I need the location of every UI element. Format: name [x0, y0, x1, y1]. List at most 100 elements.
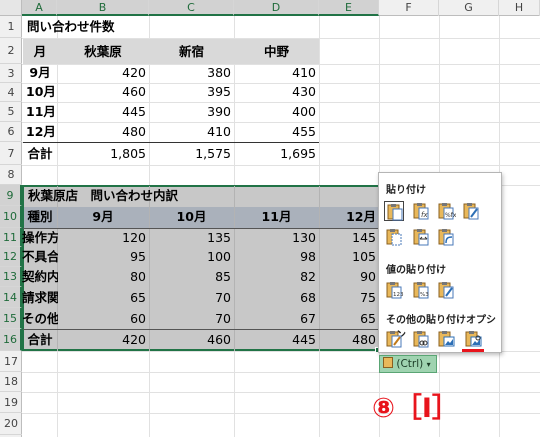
- column-header-e[interactable]: E: [319, 0, 379, 16]
- table2-cell[interactable]: 98: [234, 246, 319, 268]
- row-header-7[interactable]: 7: [0, 142, 22, 165]
- table1-cell[interactable]: 455: [234, 121, 319, 143]
- row-header-5[interactable]: 5: [0, 102, 22, 122]
- table2-total-cell[interactable]: 480: [319, 329, 379, 351]
- table1-total-cell[interactable]: 1,805: [57, 143, 149, 165]
- table2-cell[interactable]: 65: [57, 287, 149, 309]
- table2-cell[interactable]: 70: [149, 308, 234, 330]
- table1-header-shinjuku: 新宿: [178, 44, 204, 59]
- table2-cell[interactable]: 80: [57, 266, 149, 288]
- table2-cell[interactable]: 68: [234, 287, 319, 309]
- row-header-13[interactable]: 13: [0, 267, 22, 287]
- paste-linked-picture-icon[interactable]: [463, 329, 483, 349]
- paste-formulas-icon[interactable]: fx: [411, 201, 431, 221]
- row-header-17[interactable]: 17: [0, 351, 22, 372]
- table2-total-cell[interactable]: 420: [57, 329, 149, 351]
- row-header-1[interactable]: 1: [0, 16, 22, 38]
- paste-link-icon[interactable]: [411, 329, 431, 349]
- paste-section-title: 貼り付け: [386, 185, 426, 196]
- gridline: [22, 165, 540, 166]
- column-header-g[interactable]: G: [439, 0, 499, 16]
- paste-values-source-formatting-icon[interactable]: [436, 280, 456, 300]
- paste-transpose-icon[interactable]: [436, 227, 456, 247]
- row-header-18[interactable]: 18: [0, 372, 22, 392]
- table1-header-akihabara: 秋葉原: [84, 44, 122, 59]
- row-header-4[interactable]: 4: [0, 83, 22, 102]
- table1-cell[interactable]: 430: [234, 81, 319, 103]
- column-header-c[interactable]: C: [149, 0, 234, 16]
- table2-total-label: 合計: [27, 332, 53, 347]
- row-header-11[interactable]: 11: [0, 228, 22, 247]
- row-header-8[interactable]: 8: [0, 165, 22, 185]
- table1-header-month: 月: [33, 44, 47, 59]
- table2-cell[interactable]: 82: [234, 266, 319, 288]
- paste-values-icon[interactable]: 123: [384, 280, 404, 300]
- table1-cell[interactable]: 480: [57, 121, 149, 143]
- column-header-h[interactable]: H: [499, 0, 540, 16]
- select-all-corner[interactable]: [0, 0, 22, 16]
- table1-cell[interactable]: 410: [149, 121, 234, 143]
- table1-title: 問い合わせ件数: [27, 19, 115, 34]
- table1-total-cell[interactable]: 1,575: [149, 143, 234, 165]
- table2-header-nov: 11月: [261, 209, 292, 224]
- row-header-3[interactable]: 3: [0, 64, 22, 83]
- highlight-underline: [462, 349, 484, 352]
- table1-cell[interactable]: 400: [234, 101, 319, 123]
- table2-row-label: その他: [22, 311, 58, 326]
- table2-row-label: 請求関連: [22, 290, 58, 305]
- table1-row-label: 12月: [26, 124, 56, 139]
- column-header-b[interactable]: B: [57, 0, 149, 16]
- svg-text:fx: fx: [421, 211, 428, 219]
- row-header-15[interactable]: 15: [0, 308, 22, 329]
- table2-cell[interactable]: 70: [149, 287, 234, 309]
- table2-total-cell[interactable]: 445: [234, 329, 319, 351]
- svg-text:%3: %3: [420, 292, 429, 298]
- table2-cell[interactable]: 67: [234, 308, 319, 330]
- table2-cell[interactable]: 75: [319, 287, 379, 309]
- table2-header-sep: 9月: [92, 209, 114, 224]
- table2-cell[interactable]: 100: [149, 246, 234, 268]
- row-header-16[interactable]: 16: [0, 329, 22, 351]
- table2-cell[interactable]: 85: [149, 266, 234, 288]
- ctrl-label: (Ctrl): [396, 358, 424, 370]
- paste-keep-source-formatting-icon[interactable]: [461, 201, 481, 221]
- step-annotation: ⑧［I］: [372, 393, 459, 424]
- column-header-f[interactable]: F: [379, 0, 439, 16]
- table1-cell[interactable]: 460: [57, 81, 149, 103]
- row-header-20[interactable]: 20: [0, 413, 22, 435]
- paste-formatting-icon[interactable]: [384, 329, 404, 349]
- column-header-a[interactable]: A: [22, 0, 57, 16]
- row-header-2[interactable]: 2: [0, 38, 22, 64]
- row-header-19[interactable]: 19: [0, 392, 22, 413]
- row-header-6[interactable]: 6: [0, 122, 22, 142]
- row-header-12[interactable]: 12: [0, 247, 22, 267]
- paste-no-borders-icon[interactable]: [384, 227, 404, 247]
- paste-keep-column-widths-icon[interactable]: [411, 227, 431, 247]
- table1-row-label: 11月: [26, 104, 56, 119]
- table1-cell[interactable]: 395: [149, 81, 234, 103]
- table1-header-nakano: 中野: [263, 44, 289, 59]
- paste-picture-icon[interactable]: [436, 329, 456, 349]
- table2-cell[interactable]: 90: [319, 266, 379, 288]
- paste-options-ctrl-button[interactable]: (Ctrl) ▾: [379, 355, 437, 373]
- paste-values-section-title: 値の貼り付け: [386, 265, 446, 276]
- column-header-d[interactable]: D: [234, 0, 319, 16]
- row-header-14[interactable]: 14: [0, 287, 22, 308]
- table1-total-cell[interactable]: 1,695: [234, 143, 319, 165]
- table2-cell[interactable]: 105: [319, 246, 379, 268]
- paste-formulas-number-format-icon[interactable]: %fx: [436, 201, 457, 221]
- table2-cell[interactable]: 95: [57, 246, 149, 268]
- svg-text:123: 123: [393, 292, 404, 298]
- row-header-10[interactable]: 10: [0, 206, 22, 228]
- svg-text:%fx: %fx: [445, 212, 456, 219]
- table2-cell[interactable]: 65: [319, 308, 379, 330]
- table2-cell[interactable]: 60: [57, 308, 149, 330]
- paste-icon[interactable]: [384, 201, 404, 221]
- paste-values-number-format-icon[interactable]: %3: [411, 280, 431, 300]
- table2-total-cell[interactable]: 460: [149, 329, 234, 351]
- row-header-9[interactable]: 9: [0, 185, 22, 206]
- gridline: [22, 392, 540, 393]
- table2-header-type: 種別: [27, 209, 53, 224]
- table1-cell[interactable]: 445: [57, 101, 149, 123]
- table1-cell[interactable]: 390: [149, 101, 234, 123]
